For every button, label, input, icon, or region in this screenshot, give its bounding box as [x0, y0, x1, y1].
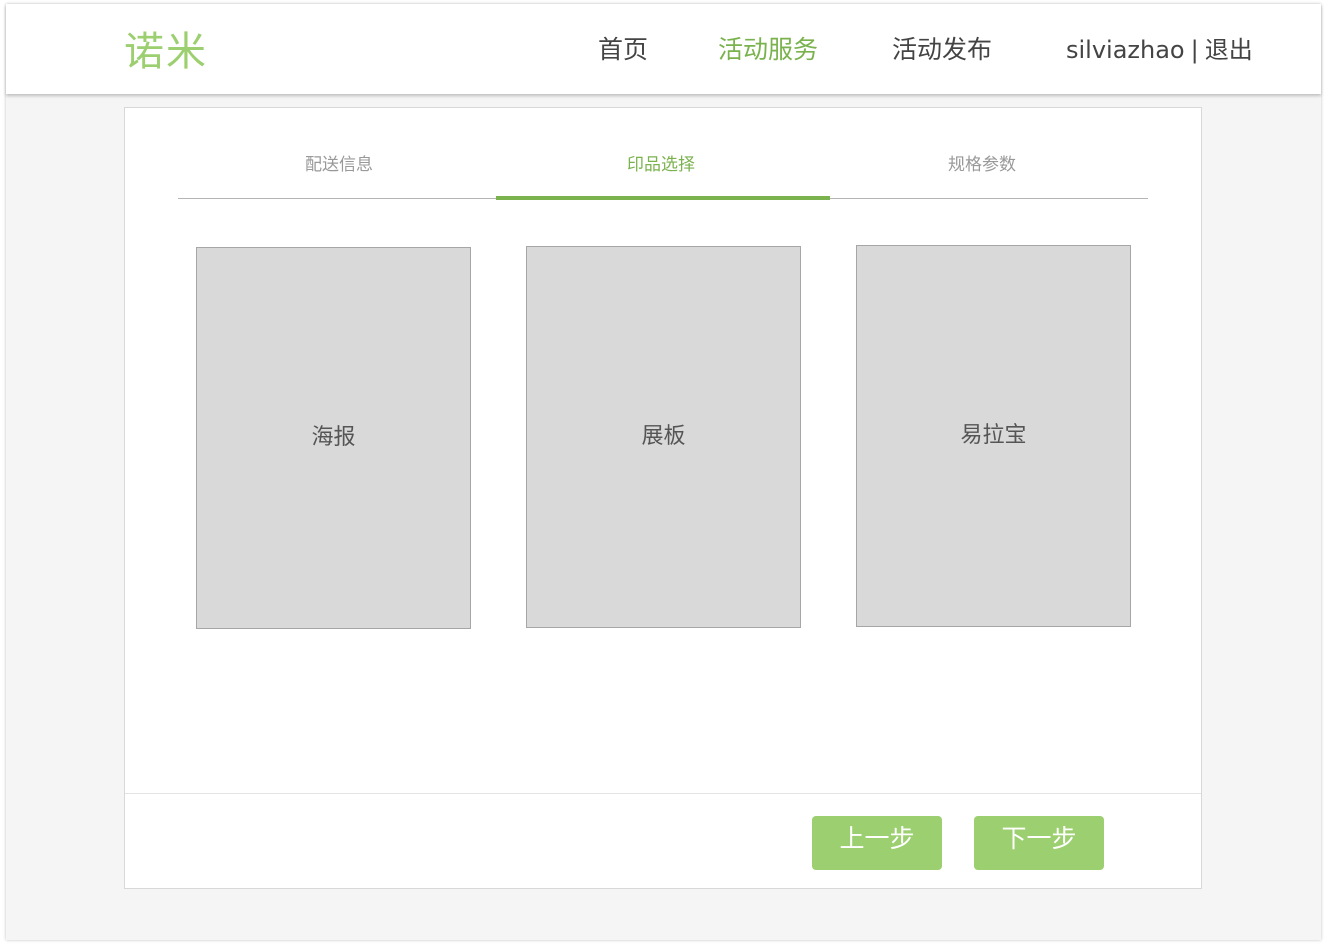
- product-label: 易拉宝: [960, 423, 1027, 448]
- active-tab-indicator: [496, 196, 830, 200]
- tab-print-selection[interactable]: 印品选择: [627, 150, 695, 175]
- footer-divider: [125, 793, 1201, 794]
- product-label: 展板: [641, 424, 686, 449]
- product-card-display-board[interactable]: 展板: [526, 246, 801, 628]
- prev-step-button[interactable]: 上一步: [812, 816, 942, 870]
- tab-delivery-info[interactable]: 配送信息: [305, 150, 373, 175]
- tab-spec-params[interactable]: 规格参数: [948, 150, 1016, 175]
- nav-item-home[interactable]: 首页: [598, 30, 648, 70]
- nav-item-activity-services[interactable]: 活动服务: [718, 30, 818, 70]
- product-label: 海报: [311, 425, 356, 450]
- main-card: 配送信息 印品选择 规格参数 海报 展板 易拉宝 上一步 下一步: [124, 107, 1202, 889]
- product-card-roll-up-banner[interactable]: 易拉宝: [856, 245, 1131, 627]
- app-window: 诺米 首页 活动服务 活动发布 silviazhao | 退出 配送信息 印品选择 …: [6, 4, 1321, 940]
- nav-item-activity-publish[interactable]: 活动发布: [892, 30, 992, 70]
- brand-logo[interactable]: 诺米: [124, 24, 208, 80]
- username[interactable]: silviazhao: [1066, 36, 1185, 64]
- step-tabs: 配送信息 印品选择 规格参数: [178, 138, 1148, 200]
- logout-link[interactable]: 退出: [1205, 36, 1253, 64]
- next-step-button[interactable]: 下一步: [974, 816, 1104, 870]
- product-card-poster[interactable]: 海报: [196, 247, 471, 629]
- top-navbar: 诺米 首页 活动服务 活动发布 silviazhao | 退出: [6, 4, 1321, 94]
- user-separator: |: [1190, 36, 1199, 64]
- user-area: silviazhao | 退出: [1066, 30, 1253, 70]
